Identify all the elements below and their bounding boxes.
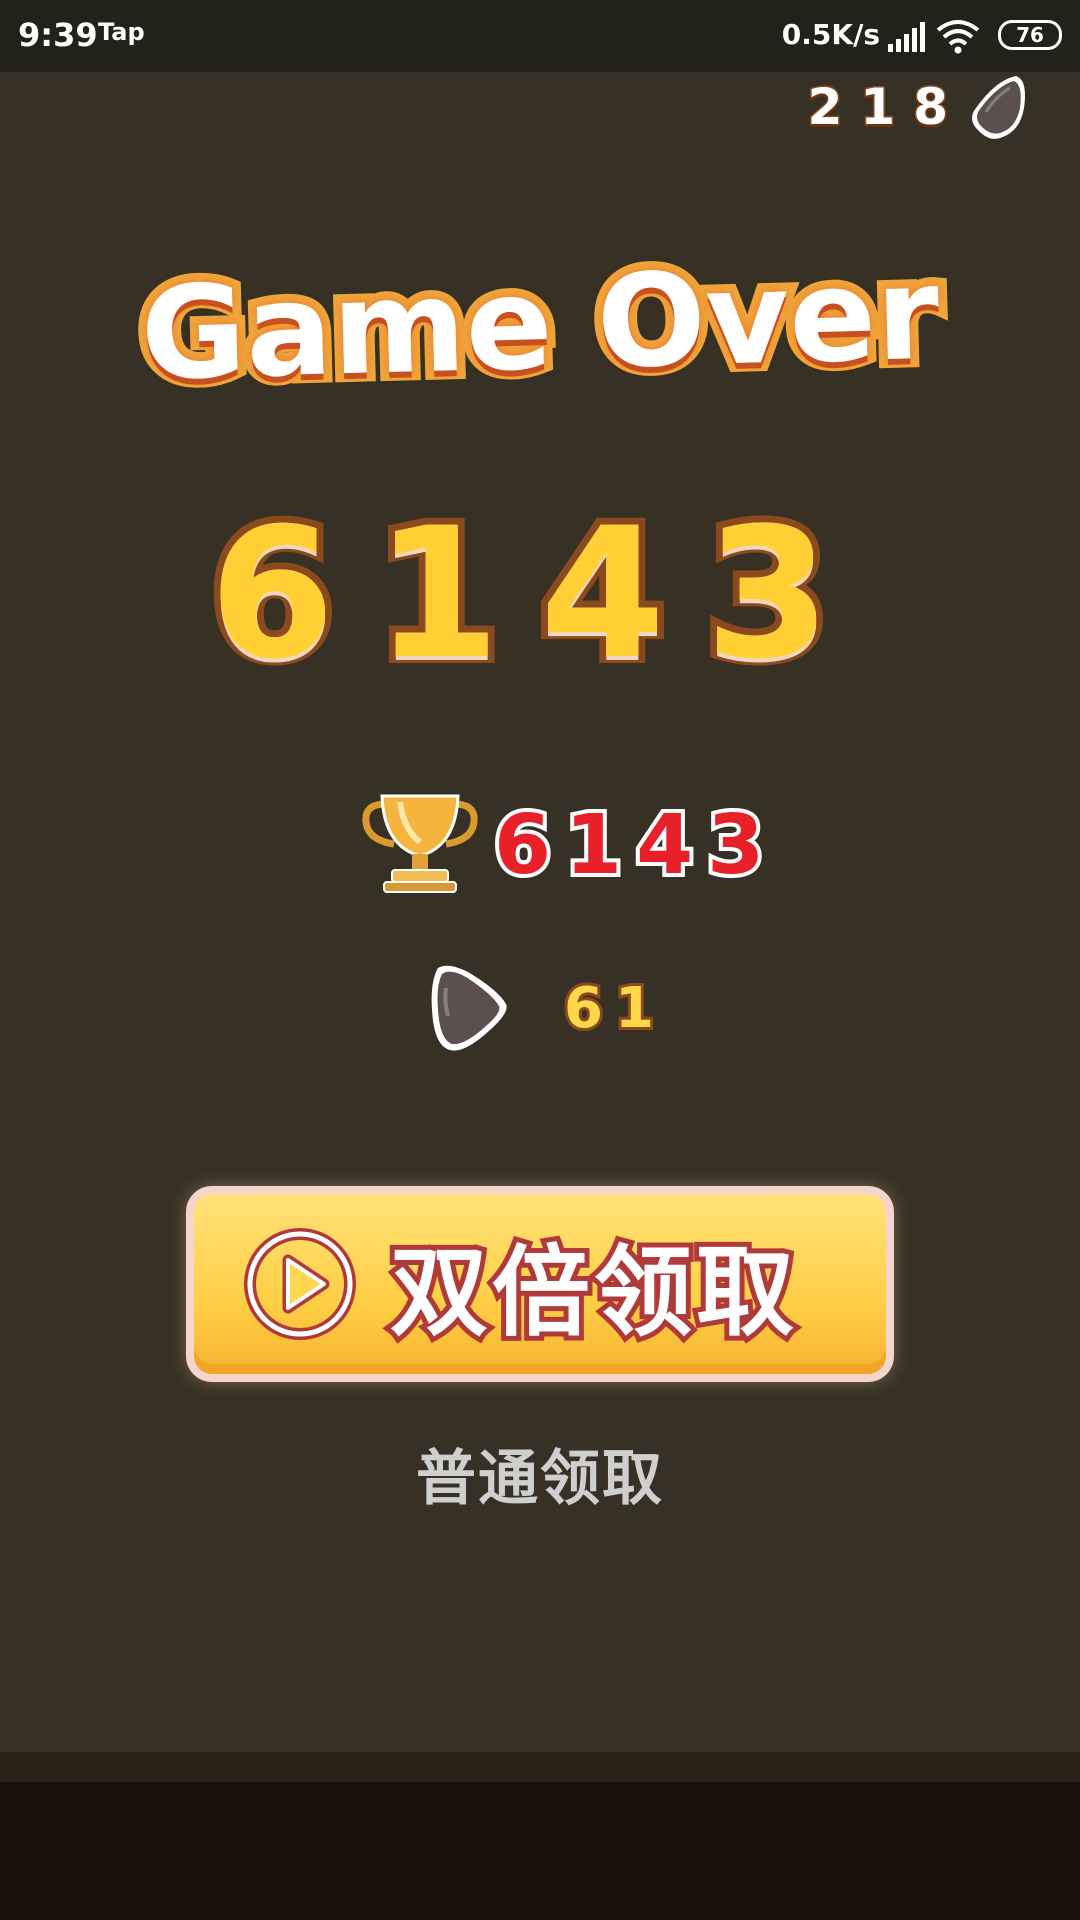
battery-icon: 76 xyxy=(998,20,1062,50)
pick-icon xyxy=(966,72,1030,142)
best-score: 6143 xyxy=(490,794,779,897)
footer-strip xyxy=(0,1752,1080,1782)
game-over-title: Game Over xyxy=(130,231,950,419)
play-icon xyxy=(244,1228,356,1340)
double-claim-button[interactable]: 双倍领取 xyxy=(186,1186,894,1382)
network-speed: 0.5K/s xyxy=(781,18,880,51)
coin-total: 218 xyxy=(806,77,966,138)
status-app-label: Tap xyxy=(98,18,145,46)
reward-row: 61 xyxy=(428,960,666,1056)
reward-amount: 61 xyxy=(561,973,666,1044)
final-score: 6143 xyxy=(203,483,871,706)
pick-icon xyxy=(428,962,512,1054)
game-over-screen: 9:39 Tap 0.5K/s 76 218 Game Over 6143 61… xyxy=(0,0,1080,1920)
signal-icon xyxy=(888,22,925,52)
coin-counter: 218 xyxy=(806,72,1030,142)
best-score-row: 6143 xyxy=(360,790,778,900)
status-bar: 9:39 Tap 0.5K/s 76 xyxy=(0,0,1080,72)
double-claim-label: 双倍领取 xyxy=(385,1231,799,1355)
bottom-area xyxy=(0,1782,1080,1920)
normal-claim-button[interactable]: 普通领取 xyxy=(0,1430,1080,1517)
status-time: 9:39 xyxy=(18,16,98,54)
trophy-icon xyxy=(360,790,480,900)
battery-level: 76 xyxy=(1016,23,1044,47)
wifi-icon xyxy=(936,20,980,54)
